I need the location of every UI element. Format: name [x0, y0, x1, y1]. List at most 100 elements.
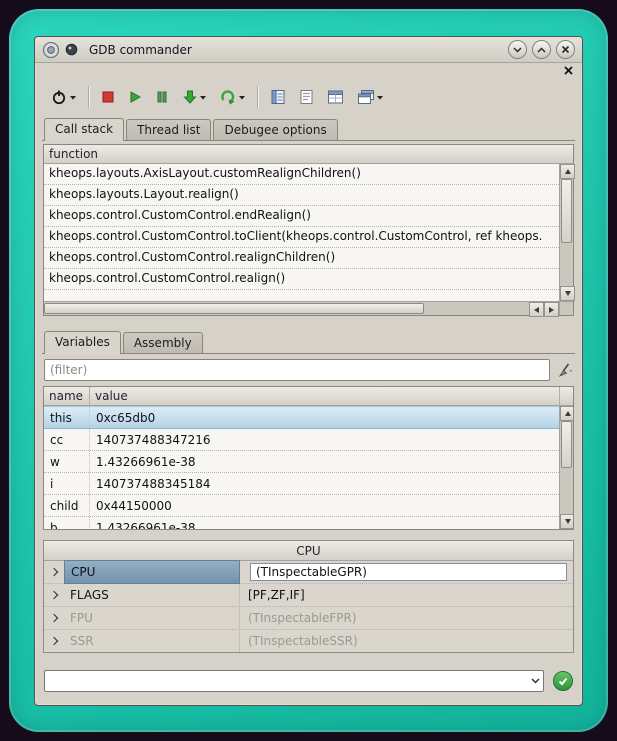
gdb-commander-window: GDB commander [34, 36, 583, 706]
variable-name: cc [44, 429, 90, 450]
text-document-icon [299, 89, 314, 105]
run-button[interactable] [125, 83, 145, 111]
expander-button[interactable] [44, 615, 64, 621]
scroll-track[interactable] [560, 421, 573, 514]
tab-thread-list[interactable]: Thread list [126, 119, 211, 140]
windows-menu-button[interactable] [354, 83, 387, 111]
callstack-row[interactable]: kheops.layouts.AxisLayout.customRealignC… [44, 164, 559, 185]
command-combobox[interactable] [44, 670, 544, 692]
variable-value: 1.43266961e-38 [90, 451, 559, 472]
stacked-windows-icon [357, 89, 375, 105]
callstack-notebook: Call stack Thread list Debugee options f… [42, 116, 575, 316]
callstack-row[interactable]: kheops.control.CustomControl.realignChil… [44, 248, 559, 269]
arrow-left-icon [534, 307, 539, 313]
maximize-button[interactable] [532, 40, 551, 59]
variable-value: 1.43266961e-38 [90, 517, 559, 529]
windows-menu-chevron-icon[interactable] [376, 95, 384, 100]
variable-row[interactable]: cc 140737488347216 [44, 429, 559, 451]
tab-call-stack[interactable]: Call stack [44, 118, 124, 141]
variable-row[interactable]: this 0xc65db0 [44, 406, 559, 429]
scroll-up-button[interactable] [560, 164, 575, 179]
expander-button[interactable] [44, 569, 64, 575]
variable-name: b [44, 517, 90, 529]
scroll-up-button[interactable] [560, 406, 574, 421]
scroll-track[interactable] [560, 179, 573, 286]
watch-list-button[interactable] [267, 83, 289, 111]
toolbar-separator [88, 86, 90, 108]
variable-name: this [44, 407, 90, 428]
chevron-up-icon [537, 46, 546, 54]
value-column-header[interactable]: value [90, 387, 559, 405]
variable-row[interactable]: child 0x44150000 [44, 495, 559, 517]
callstack-row[interactable]: kheops.control.CustomControl.toClient(kh… [44, 227, 559, 248]
power-menu-chevron-icon[interactable] [69, 95, 77, 100]
callstack-row[interactable]: kheops.control.CustomControl.realign() [44, 269, 559, 290]
cpu-value-editor[interactable]: (TInspectableGPR) [250, 563, 567, 581]
desktop-frame: GDB commander [9, 9, 608, 732]
cpu-column-header[interactable]: CPU [44, 541, 573, 561]
chevron-right-icon [50, 637, 58, 645]
toolbar-separator [257, 86, 259, 108]
callstack-row[interactable]: kheops.control.CustomControl.endRealign(… [44, 206, 559, 227]
window-title: GDB commander [89, 43, 503, 57]
step-over-icon [220, 89, 237, 105]
app-badge-icon [65, 43, 78, 56]
scroll-thumb[interactable] [561, 421, 572, 468]
scroll-down-button[interactable] [560, 514, 574, 529]
cpu-row-value: (TInspectableFPR) [240, 607, 568, 629]
expander-button[interactable] [44, 592, 64, 598]
debug-toolbar [35, 78, 582, 116]
expander-button[interactable] [44, 638, 64, 644]
power-button[interactable] [47, 83, 80, 111]
variables-vertical-scrollbar[interactable] [559, 406, 573, 529]
callstack-row[interactable]: kheops.layouts.Layout.realign() [44, 185, 559, 206]
function-column-header[interactable]: function [44, 145, 103, 163]
arrow-right-icon [549, 307, 554, 313]
stop-button[interactable] [98, 83, 118, 111]
filter-input[interactable] [44, 359, 550, 381]
chevron-down-icon [531, 678, 540, 684]
name-column-header[interactable]: name [44, 387, 90, 405]
cpu-row-value: (TInspectableSSR) [240, 630, 568, 652]
step-into-menu-chevron-icon[interactable] [199, 95, 207, 100]
scroll-thumb[interactable] [561, 179, 572, 243]
variable-row[interactable]: i 140737488345184 [44, 473, 559, 495]
combo-dropdown-button[interactable] [527, 672, 543, 690]
arrow-up-icon [565, 169, 571, 174]
variable-row[interactable]: w 1.43266961e-38 [44, 451, 559, 473]
cpu-row[interactable]: FLAGS [PF,ZF,IF] [44, 584, 573, 607]
panel-splitter[interactable] [35, 316, 582, 329]
command-input[interactable] [45, 673, 527, 689]
close-button[interactable] [556, 40, 575, 59]
titlebar: GDB commander [35, 37, 582, 63]
scroll-left-button[interactable] [529, 302, 544, 317]
tab-variables[interactable]: Variables [44, 331, 121, 354]
scroll-right-button[interactable] [544, 302, 559, 317]
cpu-row[interactable]: SSR (TInspectableSSR) [44, 630, 573, 652]
variable-row[interactable]: b 1.43266961e-38 [44, 517, 559, 529]
step-over-menu-chevron-icon[interactable] [238, 95, 246, 100]
callstack-column-header[interactable]: function [44, 145, 573, 164]
power-icon [50, 88, 68, 106]
clear-filter-button[interactable] [557, 362, 573, 378]
callstack-horizontal-scrollbar[interactable] [44, 301, 559, 315]
cpu-row[interactable]: CPU (TInspectableGPR) [44, 561, 573, 584]
scroll-down-button[interactable] [560, 286, 575, 301]
scroll-track[interactable] [44, 302, 529, 315]
tab-assembly[interactable]: Assembly [123, 332, 203, 353]
pause-button[interactable] [152, 83, 172, 111]
variable-value: 140737488345184 [90, 473, 559, 494]
callstack-vertical-scrollbar[interactable] [559, 164, 573, 301]
cpu-row[interactable]: FPU (TInspectableFPR) [44, 607, 573, 630]
step-into-button[interactable] [179, 83, 210, 111]
memory-view-button[interactable] [324, 83, 347, 111]
tab-debugee-options[interactable]: Debugee options [213, 119, 337, 140]
dock-close-button[interactable] [562, 65, 574, 77]
step-over-button[interactable] [217, 83, 249, 111]
close-icon [564, 66, 573, 75]
confirm-button[interactable] [553, 671, 573, 691]
output-list-button[interactable] [296, 83, 317, 111]
scroll-thumb[interactable] [44, 303, 424, 314]
minimize-button[interactable] [508, 40, 527, 59]
inspector-notebook: Variables Assembly name [42, 329, 575, 530]
